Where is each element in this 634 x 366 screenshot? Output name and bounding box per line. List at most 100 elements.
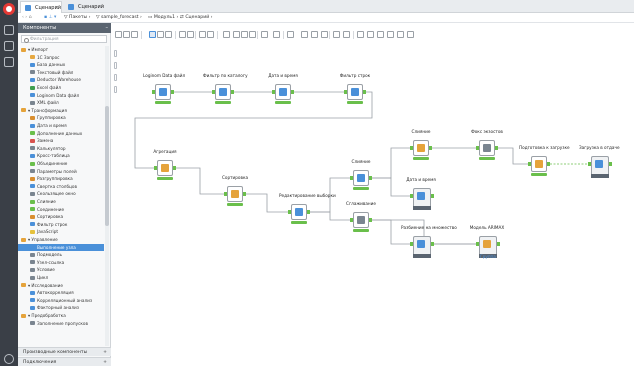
settings-icon[interactable]	[4, 41, 14, 51]
save-icon[interactable]: ▪ ⊥ ▾	[44, 13, 56, 23]
tree-item[interactable]: Узел-ссылка	[18, 259, 104, 266]
workflow-node[interactable]	[591, 156, 609, 178]
workflow-canvas[interactable]: Loginom Data файл Фильтр по каталогу Дата …	[111, 40, 634, 366]
input-port[interactable]	[588, 162, 591, 166]
tree-item[interactable]: Скользящее окно	[18, 190, 104, 197]
workflow-node[interactable]	[291, 204, 307, 224]
workflow-node[interactable]	[215, 84, 231, 104]
input-port[interactable]	[410, 194, 413, 198]
tree-group[interactable]: ▾ Управление	[18, 236, 104, 243]
tree-item[interactable]: Замена	[18, 137, 104, 144]
tree-group[interactable]: ▾ Предобработка	[18, 312, 104, 319]
toolbar-button-icon[interactable]	[223, 31, 230, 38]
tree-item[interactable]: Условие	[18, 266, 104, 273]
scrollbar-thumb[interactable]	[105, 106, 109, 226]
toolbar-button-icon[interactable]	[397, 31, 404, 38]
tree-item[interactable]: Группировка	[18, 114, 104, 121]
back-icon[interactable]: ‹ › ⌂	[22, 13, 32, 23]
workflow-node[interactable]	[479, 140, 495, 160]
input-port[interactable]	[272, 90, 275, 94]
toolbar-button-icon[interactable]	[157, 31, 164, 38]
toolbar-button-icon[interactable]	[249, 31, 256, 38]
toolbar-button-icon[interactable]	[199, 31, 206, 38]
connection-line[interactable]	[310, 211, 350, 221]
output-port[interactable]	[171, 90, 174, 94]
plus-icon[interactable]: +	[103, 348, 107, 357]
grid-icon[interactable]	[4, 57, 14, 67]
toolbar-button-icon[interactable]	[149, 31, 156, 38]
toolbar-button-icon[interactable]	[131, 31, 138, 38]
breadcrumb-module[interactable]: ▭ Модуль1 ›	[148, 13, 178, 23]
output-port[interactable]	[369, 176, 372, 180]
tree-item[interactable]: Цикл	[18, 274, 104, 281]
workflow-node[interactable]	[275, 84, 291, 104]
app-logo-icon[interactable]	[3, 3, 15, 15]
toolbar-button-icon[interactable]	[165, 31, 172, 38]
breadcrumb-scenario[interactable]: ⇄ Сценарий ›	[180, 13, 213, 23]
tree-item[interactable]: Текстовый файл	[18, 69, 104, 76]
toolbar-button-icon[interactable]	[343, 31, 350, 38]
input-port[interactable]	[476, 242, 479, 246]
tree-item[interactable]: Автокорреляция	[18, 289, 104, 296]
input-port[interactable]	[528, 162, 531, 166]
tree-item[interactable]: Корреляционный анализ	[18, 297, 104, 304]
output-port[interactable]	[431, 242, 434, 246]
toolbar-button-icon[interactable]	[333, 31, 340, 38]
collapse-icon[interactable]: –	[106, 23, 109, 33]
input-port[interactable]	[410, 242, 413, 246]
workflow-node[interactable]	[413, 236, 431, 258]
tree-item[interactable]: Свертка столбцов	[18, 183, 104, 190]
toolbar-button-icon[interactable]	[321, 31, 328, 38]
workflow-node[interactable]	[227, 186, 243, 206]
canvas-input-port-icon[interactable]	[114, 86, 117, 93]
input-port[interactable]	[152, 90, 155, 94]
output-port[interactable]	[363, 90, 366, 94]
tree-item[interactable]: JavaScript	[18, 228, 104, 235]
input-port[interactable]	[212, 90, 215, 94]
tree-item[interactable]: Соединение	[18, 206, 104, 213]
toolbar-button-icon[interactable]	[187, 31, 194, 38]
input-port[interactable]	[476, 146, 479, 150]
connection-line[interactable]	[176, 167, 224, 195]
breadcrumb-packages[interactable]: ▽ Пакеты ›	[64, 13, 91, 23]
breadcrumb-package[interactable]: ▽ sample_forecast ›	[96, 13, 142, 23]
workflow-node[interactable]	[413, 140, 429, 160]
toolbar-button-icon[interactable]	[261, 31, 268, 38]
workflow-node[interactable]	[531, 156, 547, 176]
output-port[interactable]	[173, 166, 176, 170]
output-port[interactable]	[609, 162, 612, 166]
tree-item[interactable]: Deductor Warehouse	[18, 76, 104, 83]
toolbar-button-icon[interactable]	[367, 31, 374, 38]
panel-scrollbar[interactable]	[105, 46, 109, 346]
tree-item[interactable]: Дополнение данных	[18, 130, 104, 137]
tree-item[interactable]: 1С Запрос	[18, 54, 104, 61]
toolbar-button-icon[interactable]	[377, 31, 384, 38]
toolbar-button-icon[interactable]	[207, 31, 214, 38]
tree-item[interactable]: Калькулятор	[18, 145, 104, 152]
tree-item[interactable]: Разгруппировка	[18, 175, 104, 182]
tree-item[interactable]: Сортировка	[18, 213, 104, 220]
tree-item[interactable]: Факторный анализ	[18, 304, 104, 311]
output-port[interactable]	[495, 146, 498, 150]
tree-item[interactable]: Кросс-таблица	[18, 152, 104, 159]
tree-item[interactable]: База данных	[18, 61, 104, 68]
workflow-node[interactable]	[413, 188, 431, 210]
toolbar-button-icon[interactable]	[273, 31, 280, 38]
tab-scenario-2[interactable]: Сценарий	[64, 1, 106, 13]
tree-item[interactable]: Фильтр строк	[18, 221, 104, 228]
connection-line[interactable]	[498, 147, 528, 165]
tree-item[interactable]: XML файл	[18, 99, 104, 106]
tree-group[interactable]: ▾ Трансформация	[18, 107, 104, 114]
input-port[interactable]	[154, 166, 157, 170]
output-port[interactable]	[431, 194, 434, 198]
input-port[interactable]	[410, 146, 413, 150]
toolbar-button-icon[interactable]	[123, 31, 130, 38]
tree-item[interactable]: Слияние	[18, 198, 104, 205]
help-icon[interactable]	[4, 354, 14, 364]
connections-section[interactable]: Подключения +	[18, 357, 111, 366]
components-search-input[interactable]: Фильтрация	[21, 35, 107, 43]
connection-line[interactable]	[372, 219, 410, 245]
workflow-node[interactable]	[347, 84, 363, 104]
output-port[interactable]	[231, 90, 234, 94]
tree-group[interactable]: ▾ Исследование	[18, 282, 104, 289]
